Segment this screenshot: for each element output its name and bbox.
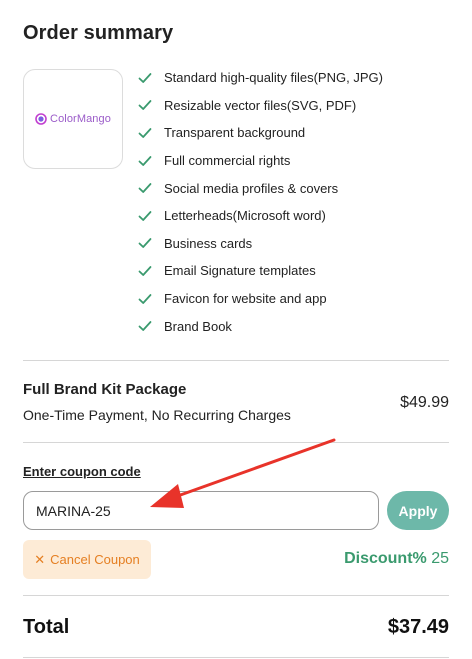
feature-label: Social media profiles & covers (164, 180, 339, 196)
total-label: Total (23, 616, 70, 638)
feature-label: Full commercial rights (164, 153, 291, 169)
divider (23, 595, 449, 596)
order-summary-card: Order summary ColorMango Standard high-q… (0, 0, 472, 659)
check-icon (138, 238, 152, 249)
check-icon (138, 321, 152, 332)
logo-text: ColorMango (50, 113, 111, 125)
feature-item: Email Signature templates (138, 257, 468, 285)
check-icon (138, 155, 152, 166)
check-icon (138, 100, 152, 111)
cancel-coupon-label: Cancel Coupon (50, 552, 140, 567)
feature-item: Social media profiles & covers (138, 174, 468, 202)
check-icon (138, 183, 152, 194)
feature-label: Transparent background (164, 125, 306, 141)
discount-summary: Discount% 25 (344, 550, 449, 568)
feature-label: Email Signature templates (164, 263, 316, 279)
coupon-label: Enter coupon code (23, 464, 141, 479)
feature-item: Standard high-quality files(PNG, JPG) (138, 64, 468, 92)
feature-list: Standard high-quality files(PNG, JPG) Re… (138, 64, 468, 340)
package-subtitle: One-Time Payment, No Recurring Charges (23, 407, 291, 423)
check-icon (138, 128, 152, 138)
check-icon (138, 210, 152, 221)
package-name: Full Brand Kit Package (23, 381, 187, 398)
product-logo: ColorMango (23, 69, 123, 169)
feature-item: Resizable vector files(SVG, PDF) (138, 92, 468, 120)
feature-label: Letterheads(Microsoft word) (164, 208, 326, 224)
divider (23, 360, 449, 361)
feature-item: Brand Book (138, 312, 468, 340)
feature-item: Transparent background (138, 119, 468, 147)
check-icon (138, 266, 152, 276)
divider (23, 657, 449, 658)
feature-item: Business cards (138, 230, 468, 258)
discount-value: 25 (431, 550, 449, 567)
feature-item: Letterheads(Microsoft word) (138, 202, 468, 230)
check-icon (138, 293, 152, 304)
package-price: $49.99 (400, 394, 449, 411)
feature-label: Brand Book (164, 318, 232, 334)
coupon-input[interactable] (23, 491, 379, 530)
feature-item: Favicon for website and app (138, 285, 468, 313)
order-summary-title: Order summary (23, 22, 174, 44)
feature-label: Resizable vector files(SVG, PDF) (164, 97, 357, 113)
total-value: $37.49 (387, 616, 449, 638)
feature-item: Full commercial rights (138, 147, 468, 175)
feature-label: Standard high-quality files(PNG, JPG) (164, 70, 383, 86)
feature-label: Favicon for website and app (164, 291, 327, 307)
cancel-coupon-button[interactable]: ✕ Cancel Coupon (23, 540, 151, 579)
colormango-logo-icon (35, 113, 47, 125)
discount-label: Discount% (344, 550, 427, 567)
check-icon (138, 72, 152, 83)
apply-button[interactable]: Apply (387, 491, 449, 530)
feature-label: Business cards (164, 235, 253, 251)
divider (23, 442, 449, 443)
close-icon: ✕ (34, 551, 46, 567)
